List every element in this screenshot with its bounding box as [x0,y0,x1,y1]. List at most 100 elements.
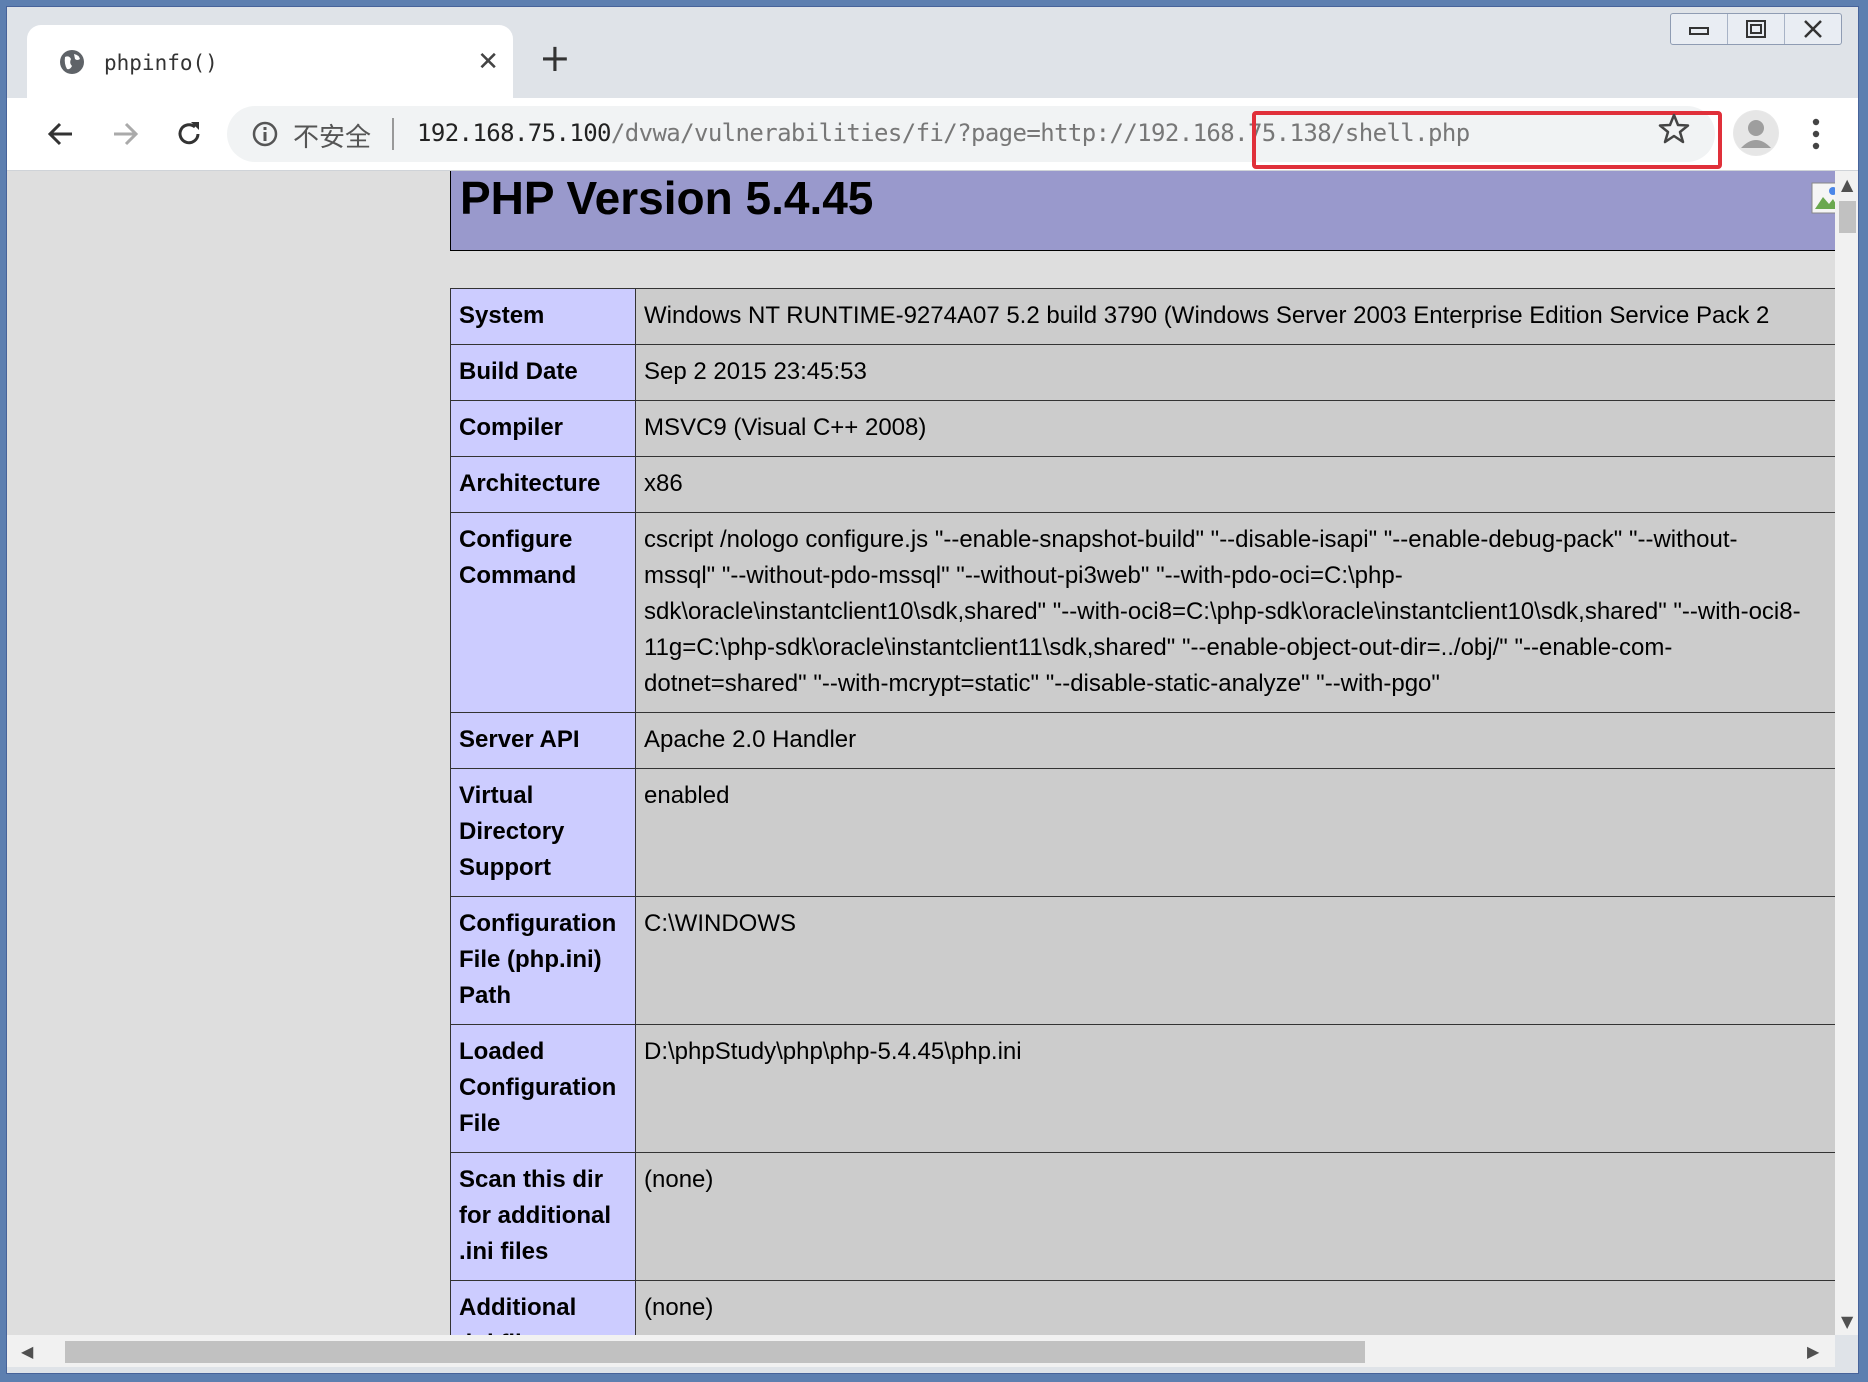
row-value-line: sdk\oracle\instantclient10\sdk,shared" "… [644,598,1801,625]
row-key-line: Additional [459,1294,577,1321]
row-value-line: enabled [644,782,730,809]
row-value: (none) [635,1152,1835,1281]
avatar-silhouette [1734,111,1778,155]
forward-arrow-icon [114,122,139,146]
row-value-line: (none) [644,1294,714,1321]
row-key: Virtual Directory Support [450,768,636,897]
minimize-button[interactable] [1671,14,1727,44]
table-row: Build Date Sep 2 2015 23:45:53 [450,344,1835,401]
globe-icon [60,50,84,74]
vertical-scrollbar[interactable]: ▲ ▼ [1835,171,1858,1335]
row-key-line: Configuration [459,910,617,937]
row-key-line: Loaded [459,1038,545,1065]
php-info-table: System Windows NT RUNTIME-9274A07 5.2 bui… [450,288,1835,1335]
row-value: C:\WINDOWS [635,896,1835,1025]
row-key-line: Virtual [459,782,534,809]
maximize-button[interactable] [1727,14,1784,44]
row-key-line: Configuration [459,1074,617,1101]
row-key-line: System [459,302,545,329]
row-key-line: File [459,1110,501,1137]
row-value-line: MSVC9 (Visual C++ 2008) [644,414,927,441]
row-value: x86 [635,456,1835,513]
new-tab-button[interactable]: + [539,39,571,77]
url-host: 192.168.75.100 [417,119,611,147]
reload-icon [178,122,200,145]
table-row: Compiler MSVC9 (Visual C++ 2008) [450,400,1835,457]
row-key-line: Architecture [459,470,601,497]
window-close-icon [1804,20,1822,38]
broken-image-icon [1811,182,1835,214]
table-row: Additional.ini filesparsed (none) [450,1280,1835,1335]
row-key: Compiler [450,400,636,457]
address-bar[interactable]: 不安全 192.168.75.100/dvwa/vulnerabilities/… [227,106,1722,169]
table-row: System Windows NT RUNTIME-9274A07 5.2 bui… [450,288,1835,345]
forward-button[interactable] [103,112,147,156]
reload-button[interactable] [167,112,211,156]
insecure-label[interactable]: 不安全 [293,117,371,154]
row-key: Build Date [450,344,636,401]
back-button[interactable] [39,112,83,156]
row-key: System [450,288,636,345]
horizontal-scroll-thumb[interactable] [65,1341,1365,1363]
scroll-left-icon[interactable]: ◀ [21,1342,33,1361]
php-version-header: PHP Version 5.4.45 [450,171,1835,251]
row-key-line: for additional [459,1202,611,1229]
row-key: Scan this dir for additional .ini files [450,1152,636,1281]
kebab-menu-icon[interactable] [1809,114,1823,154]
row-value-line: x86 [644,470,683,497]
row-key-line: Directory [459,818,565,845]
info-icon[interactable] [251,120,279,148]
table-row: Configure Command cscript /nologo configur… [450,512,1835,713]
row-key-line: Build Date [459,358,578,385]
vertical-scroll-thumb[interactable] [1839,201,1856,233]
row-key: Configure Command [450,512,636,713]
row-value-line: Apache 2.0 Handler [644,726,857,753]
page-viewport: PHP Version 5.4.45 System Windows NT RUNT… [7,171,1835,1335]
row-key: Loaded Configuration File [450,1024,636,1153]
table-row: Loaded Configuration File D:\phpStudy\php\p… [450,1024,1835,1153]
table-row: Architecture x86 [450,456,1835,513]
row-value: D:\phpStudy\php\php-5.4.45\php.ini [635,1024,1835,1153]
row-value-line: mssql" "--without-pdo-mssql" "--without-… [644,562,1403,589]
scroll-up-icon[interactable]: ▲ [1841,175,1853,194]
row-value: enabled [635,768,1835,897]
table-row: Virtual Directory Support enabled [450,768,1835,897]
table-row: Configuration File (php.ini) Path C:\WINDOW… [450,896,1835,1025]
row-key-line: Compiler [459,414,564,441]
row-key-line: Command [459,562,577,589]
back-arrow-icon [47,122,72,146]
row-key-line: .ini files [459,1238,549,1265]
row-value-line: (none) [644,1166,714,1193]
minimize-icon [1689,27,1709,35]
row-key: Architecture [450,456,636,513]
url-path: /dvwa/vulnerabilities/fi/?page [610,119,1027,147]
browser-tab[interactable]: phpinfo() ✕ [27,25,513,98]
row-value: (none) [635,1280,1835,1335]
row-key-line: Server API [459,726,580,753]
row-key-line: Scan this dir [459,1166,604,1193]
star-icon[interactable] [1657,112,1691,146]
scroll-down-icon[interactable]: ▼ [1841,1312,1853,1331]
row-key: Additional.ini filesparsed [450,1280,636,1335]
scroll-right-icon[interactable]: ▶ [1807,1342,1819,1361]
close-icon[interactable]: ✕ [477,49,499,75]
row-value-line: D:\phpStudy\php\php-5.4.45\php.ini [644,1038,1022,1065]
close-window-button[interactable] [1784,14,1841,44]
horizontal-scrollbar[interactable]: ◀ ▶ [7,1335,1835,1367]
address-separator [392,118,394,150]
row-value-line: dotnet=shared" "--with-mcrypt=static" "-… [644,670,1440,697]
row-value: Windows NT RUNTIME-9274A07 5.2 build 379… [635,288,1835,345]
row-key-line: Path [459,982,512,1009]
avatar-icon[interactable] [1733,110,1779,156]
window-controls [1670,13,1842,45]
restore-icon [1746,20,1766,38]
row-value-line: C:\WINDOWS [644,910,796,937]
row-value: Apache 2.0 Handler [635,712,1835,769]
row-key: Server API [450,712,636,769]
page-title: PHP Version 5.4.45 [460,172,874,224]
row-value-line: Windows NT RUNTIME-9274A07 5.2 build 379… [644,302,1770,329]
row-value-line: Sep 2 2015 23:45:53 [644,358,867,385]
row-value-line: 11g=C:\php-sdk\oracle\instantclient11\sd… [644,634,1673,661]
row-value-line: cscript /nologo configure.js "--enable-s… [644,526,1738,553]
row-value: Sep 2 2015 23:45:53 [635,344,1835,401]
